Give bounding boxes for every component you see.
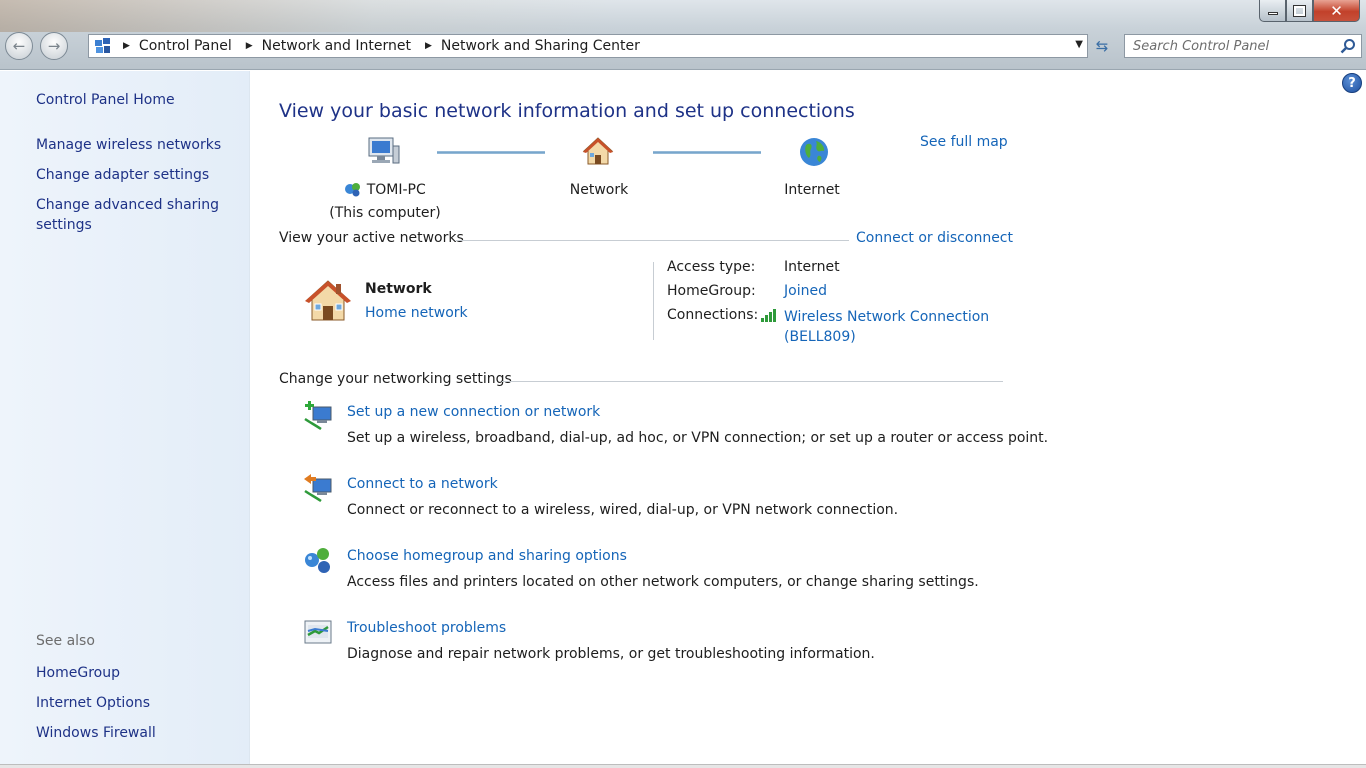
back-arrow-icon: ← [12, 37, 26, 55]
restore-button[interactable] [1286, 0, 1313, 22]
breadcrumb-arrow-icon[interactable]: ▶ [425, 41, 432, 51]
connection-ssid: (BELL809) [784, 329, 856, 345]
refresh-button[interactable]: ⇆ [1091, 35, 1113, 57]
refresh-icon: ⇆ [1095, 37, 1109, 55]
setup-new-connection-link[interactable]: Set up a new connection or network [347, 404, 600, 420]
connection-name: Wireless Network Connection [784, 309, 990, 325]
see-also-label: See also [36, 633, 95, 649]
internet-globe-icon [798, 136, 830, 172]
sidebar-link-windows-firewall[interactable]: Windows Firewall [36, 723, 156, 743]
breadcrumb-arrow-icon[interactable]: ▶ [123, 41, 130, 51]
title-glass [0, 0, 620, 32]
computer-subtitle: (This computer) [329, 205, 441, 221]
homegroup-joined-link[interactable]: Joined [784, 283, 827, 299]
section-divider [456, 240, 849, 241]
sidebar: Control Panel Home Manage wireless netwo… [0, 71, 250, 768]
sidebar-link-homegroup[interactable]: HomeGroup [36, 663, 120, 683]
section-divider [502, 381, 1003, 382]
troubleshoot-link[interactable]: Troubleshoot problems [347, 620, 506, 636]
vertical-divider [653, 262, 654, 340]
see-full-map-link[interactable]: See full map [920, 134, 1008, 150]
active-networks-heading: View your active networks [279, 230, 464, 246]
status-bar-edge [0, 764, 1366, 768]
window-chrome: ✕ ← → ▶ Control Panel ▶ Network and Inte… [0, 0, 1366, 70]
troubleshoot-icon [303, 617, 333, 647]
address-bar[interactable]: ▶ Control Panel ▶ Network and Internet ▶… [88, 34, 1088, 58]
forward-arrow-icon: → [47, 37, 61, 55]
search-box [1124, 34, 1362, 58]
wifi-signal-icon [761, 308, 779, 326]
search-icon[interactable] [1340, 38, 1356, 58]
homegroup-small-icon [344, 181, 362, 203]
breadcrumb-network-and-sharing-center[interactable]: Network and Sharing Center [441, 38, 640, 54]
minimize-icon [1267, 12, 1278, 15]
control-panel-icon [93, 37, 113, 55]
setup-new-connection-desc: Set up a wireless, broadband, dial-up, a… [347, 430, 1049, 446]
homegroup-sharing-desc: Access files and printers located on oth… [347, 574, 979, 590]
map-node-computer[interactable]: TOMI-PC (This computer) [320, 180, 450, 223]
new-connection-icon [303, 401, 333, 431]
homegroup-label: HomeGroup: [667, 283, 756, 299]
home-network-icon [582, 136, 614, 170]
wireless-connection-link[interactable]: Wireless Network Connection (BELL809) [784, 307, 989, 347]
connect-or-disconnect-link[interactable]: Connect or disconnect [856, 230, 1013, 246]
search-input[interactable] [1133, 36, 1343, 56]
sidebar-link-manage-wireless[interactable]: Manage wireless networks [36, 135, 221, 155]
change-settings-heading: Change your networking settings [279, 371, 512, 387]
close-icon: ✕ [1330, 1, 1343, 20]
connect-to-network-desc: Connect or reconnect to a wireless, wire… [347, 502, 899, 518]
map-node-internet[interactable]: Internet [762, 180, 862, 200]
minimize-button[interactable] [1259, 0, 1286, 22]
restore-icon [1293, 4, 1306, 17]
help-button[interactable]: ? [1342, 73, 1362, 93]
address-dropdown-icon[interactable]: ▼ [1075, 39, 1083, 50]
help-icon: ? [1348, 75, 1356, 91]
troubleshoot-desc: Diagnose and repair network problems, or… [347, 646, 875, 662]
access-type-label: Access type: [667, 259, 756, 275]
breadcrumb-arrow-icon[interactable]: ▶ [246, 41, 253, 51]
breadcrumb-network-and-internet[interactable]: Network and Internet [262, 38, 411, 54]
sidebar-link-change-advanced-sharing-cont[interactable]: settings [36, 215, 92, 235]
homegroup-sharing-link[interactable]: Choose homegroup and sharing options [347, 548, 627, 564]
sidebar-link-control-panel-home[interactable]: Control Panel Home [36, 90, 175, 110]
connect-to-network-link[interactable]: Connect to a network [347, 476, 498, 492]
access-type-value: Internet [784, 259, 840, 275]
computer-icon [366, 136, 400, 170]
sidebar-link-internet-options[interactable]: Internet Options [36, 693, 150, 713]
homegroup-icon [303, 545, 333, 575]
connect-network-icon [303, 473, 333, 503]
window-controls: ✕ [1259, 0, 1360, 22]
home-network-icon [303, 278, 353, 326]
map-link-line [653, 151, 761, 154]
map-node-network[interactable]: Network [549, 180, 649, 200]
page-title: View your basic network information and … [279, 100, 855, 122]
home-network-link[interactable]: Home network [365, 305, 468, 321]
sidebar-link-change-adapter[interactable]: Change adapter settings [36, 165, 209, 185]
close-button[interactable]: ✕ [1313, 0, 1360, 22]
back-button[interactable]: ← [5, 32, 33, 60]
map-link-line [437, 151, 545, 154]
computer-name: TOMI-PC [366, 182, 426, 198]
active-network-name: Network [365, 281, 432, 297]
forward-button[interactable]: → [40, 32, 68, 60]
sidebar-link-change-advanced-sharing[interactable]: Change advanced sharing [36, 195, 219, 215]
breadcrumb-control-panel[interactable]: Control Panel [139, 38, 232, 54]
connections-label: Connections: [667, 307, 759, 323]
